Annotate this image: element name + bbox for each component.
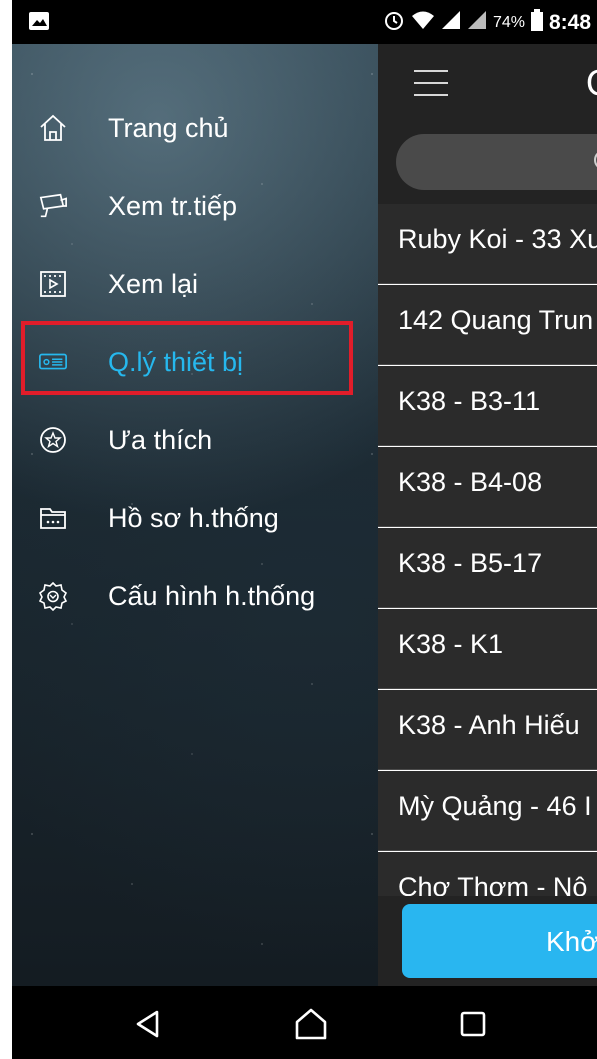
- list-item[interactable]: K38 - K1: [378, 609, 597, 689]
- alarm-icon: [383, 9, 405, 36]
- folder-icon: [38, 503, 68, 533]
- status-bar: 74% 8:48: [12, 0, 597, 44]
- battery-icon: [530, 9, 543, 36]
- home-nav-icon[interactable]: [291, 1004, 331, 1044]
- playback-icon: [38, 269, 68, 299]
- list-item[interactable]: K38 - Anh Hiếu: [378, 690, 597, 770]
- search-icon: [592, 148, 597, 181]
- menu-item-system-config[interactable]: Cấu hình h.thống: [12, 566, 378, 626]
- search-bar-area: [378, 124, 597, 204]
- phone-screen: 74% 8:48 Trang chủ Xem tr.tiếp Xem lại Q…: [12, 0, 597, 1059]
- star-icon: [38, 425, 68, 455]
- start-button[interactable]: Khở: [402, 904, 597, 978]
- back-icon[interactable]: [128, 1004, 168, 1044]
- hamburger-menu-icon[interactable]: [414, 70, 448, 96]
- list-item[interactable]: Mỳ Quảng - 46 I: [378, 771, 597, 851]
- menu-item-playback[interactable]: Xem lại: [12, 254, 378, 314]
- menu-item-label: Cấu hình h.thống: [108, 580, 316, 611]
- home-icon: [38, 113, 68, 143]
- menu-item-system-records[interactable]: Hồ sơ h.thống: [12, 488, 378, 548]
- gear-icon: [38, 581, 68, 611]
- highlight-annotation: [21, 321, 353, 395]
- list-item[interactable]: Ruby Koi - 33 Xu: [378, 204, 597, 284]
- bottom-action-area: Khở: [378, 896, 597, 986]
- menu-item-label: Xem lại: [108, 268, 199, 299]
- menu-item-home[interactable]: Trang chủ: [12, 98, 378, 158]
- search-input[interactable]: [396, 134, 597, 190]
- menu-item-label: Xem tr.tiếp: [108, 190, 238, 221]
- menu-item-label: Hồ sơ h.thống: [108, 502, 279, 533]
- wifi-icon: [411, 10, 435, 35]
- list-item[interactable]: K38 - B3-11: [378, 366, 597, 446]
- battery-percent: 74%: [492, 13, 525, 31]
- clock: 8:48: [548, 10, 591, 34]
- signal-icon: [467, 10, 487, 35]
- menu-item-favorites[interactable]: Ưa thích: [12, 410, 378, 470]
- recents-icon[interactable]: [453, 1004, 493, 1044]
- signal-icon: [441, 10, 461, 35]
- camera-icon: [38, 191, 68, 221]
- navigation-drawer: Trang chủ Xem tr.tiếp Xem lại Q.lý thiết…: [12, 44, 378, 986]
- app-bar: Q: [378, 44, 597, 124]
- list-item[interactable]: K38 - B5-17: [378, 528, 597, 608]
- menu-item-live-view[interactable]: Xem tr.tiếp: [12, 176, 378, 236]
- device-list-panel: Q Ruby Koi - 33 Xu 142 Quang Trun K38 - …: [378, 44, 597, 986]
- menu-item-label: Trang chủ: [108, 112, 229, 143]
- system-nav-bar: [12, 986, 597, 1059]
- menu-item-label: Ưa thích: [108, 424, 213, 455]
- list-item[interactable]: K38 - B4-08: [378, 447, 597, 527]
- list-item[interactable]: 142 Quang Trun: [378, 285, 597, 365]
- image-icon: [28, 11, 50, 36]
- page-title: Q: [586, 62, 597, 104]
